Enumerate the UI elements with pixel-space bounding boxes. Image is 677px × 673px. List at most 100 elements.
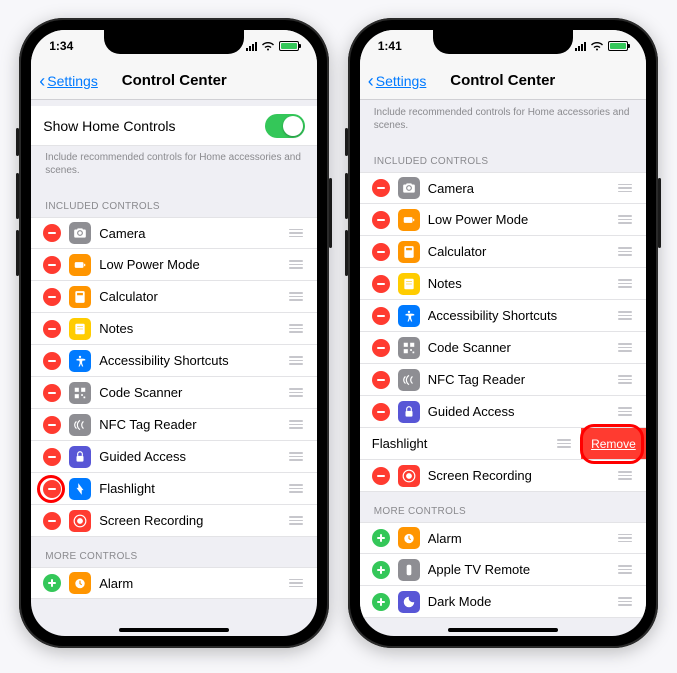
cellular-icon	[246, 41, 257, 51]
remove-minus-button[interactable]	[43, 352, 61, 370]
remove-minus-button[interactable]	[372, 243, 390, 261]
remove-minus-button[interactable]	[43, 288, 61, 306]
reorder-handle[interactable]	[287, 579, 305, 588]
control-row: Low Power Mode	[31, 249, 317, 281]
add-button[interactable]	[43, 574, 61, 592]
control-label: NFC Tag Reader	[99, 417, 279, 432]
home-controls-note: Include recommended controls for Home ac…	[360, 100, 646, 142]
reorder-handle[interactable]	[616, 375, 634, 384]
reorder-handle[interactable]	[287, 516, 305, 525]
camera-icon	[398, 177, 420, 199]
home-indicator[interactable]	[448, 628, 558, 632]
atv-icon	[398, 559, 420, 581]
control-row: Accessibility Shortcuts	[31, 345, 317, 377]
show-home-controls-toggle[interactable]	[265, 114, 305, 138]
qr-icon	[69, 382, 91, 404]
back-button[interactable]: ‹ Settings	[39, 62, 98, 99]
remove-minus-button[interactable]	[372, 403, 390, 421]
remove-minus-button[interactable]	[43, 320, 61, 338]
remove-minus-button[interactable]	[43, 256, 61, 274]
reorder-handle[interactable]	[287, 260, 305, 269]
mute-switch[interactable]	[345, 128, 348, 156]
reorder-handle[interactable]	[616, 279, 634, 288]
back-label: Settings	[376, 73, 427, 89]
reorder-handle[interactable]	[616, 534, 634, 543]
control-label: Notes	[99, 321, 279, 336]
reorder-handle[interactable]	[616, 343, 634, 352]
volume-up[interactable]	[16, 173, 19, 219]
reorder-handle[interactable]	[616, 215, 634, 224]
reorder-handle[interactable]	[616, 407, 634, 416]
remove-button[interactable]: Remove	[581, 428, 646, 459]
power-button[interactable]	[329, 178, 332, 248]
reorder-handle[interactable]	[287, 292, 305, 301]
notch	[433, 30, 573, 54]
remove-minus-button[interactable]	[43, 448, 61, 466]
remove-minus-button[interactable]	[43, 224, 61, 242]
control-label: NFC Tag Reader	[428, 372, 608, 387]
included-controls-header: INCLUDED CONTROLS	[360, 142, 646, 172]
record-icon	[69, 510, 91, 532]
add-button[interactable]	[372, 593, 390, 611]
remove-minus-button[interactable]	[372, 371, 390, 389]
reorder-handle[interactable]	[287, 356, 305, 365]
reorder-handle[interactable]	[287, 452, 305, 461]
back-button[interactable]: ‹ Settings	[368, 62, 427, 99]
dark-icon	[398, 591, 420, 613]
notes-icon	[69, 318, 91, 340]
reorder-handle[interactable]	[616, 597, 634, 606]
wifi-icon	[590, 41, 604, 51]
remove-minus-button[interactable]	[372, 275, 390, 293]
volume-up[interactable]	[345, 173, 348, 219]
control-label: Accessibility Shortcuts	[428, 308, 608, 323]
remove-minus-button[interactable]	[43, 416, 61, 434]
page-title: Control Center	[450, 72, 555, 89]
flash-icon	[69, 478, 91, 500]
remove-minus-button[interactable]	[43, 512, 61, 530]
remove-minus-button[interactable]	[372, 211, 390, 229]
reorder-handle[interactable]	[555, 439, 573, 448]
settings-list[interactable]: Show Home Controls Include recommended c…	[31, 100, 317, 636]
record-icon	[398, 465, 420, 487]
reorder-handle[interactable]	[287, 420, 305, 429]
volume-down[interactable]	[345, 230, 348, 276]
reorder-handle[interactable]	[287, 229, 305, 238]
control-row: NFC Tag Reader	[360, 364, 646, 396]
battery-icon	[279, 41, 299, 51]
mute-switch[interactable]	[16, 128, 19, 156]
chevron-left-icon: ‹	[368, 72, 374, 90]
back-label: Settings	[47, 73, 98, 89]
control-label: Calculator	[99, 289, 279, 304]
status-time: 1:34	[49, 39, 73, 53]
more-controls-header: MORE CONTROLS	[360, 492, 646, 522]
remove-minus-button[interactable]	[43, 480, 61, 498]
settings-list[interactable]: Include recommended controls for Home ac…	[360, 100, 646, 636]
home-indicator[interactable]	[119, 628, 229, 632]
remove-minus-button[interactable]	[372, 307, 390, 325]
control-label: Apple TV Remote	[428, 562, 608, 577]
reorder-handle[interactable]	[287, 388, 305, 397]
add-button[interactable]	[372, 529, 390, 547]
nav-bar: ‹ Settings Control Center	[360, 62, 646, 100]
lock-icon	[69, 446, 91, 468]
status-time: 1:41	[378, 39, 402, 53]
control-label: Alarm	[428, 531, 608, 546]
control-row: Screen Recording	[360, 460, 646, 492]
reorder-handle[interactable]	[616, 311, 634, 320]
reorder-handle[interactable]	[287, 324, 305, 333]
reorder-handle[interactable]	[616, 247, 634, 256]
reorder-handle[interactable]	[616, 471, 634, 480]
add-button[interactable]	[372, 561, 390, 579]
reorder-handle[interactable]	[616, 565, 634, 574]
power-button[interactable]	[658, 178, 661, 248]
reorder-handle[interactable]	[287, 484, 305, 493]
remove-minus-button[interactable]	[372, 179, 390, 197]
volume-down[interactable]	[16, 230, 19, 276]
page-title: Control Center	[122, 72, 227, 89]
remove-minus-button[interactable]	[372, 467, 390, 485]
remove-minus-button[interactable]	[43, 384, 61, 402]
remove-minus-button[interactable]	[372, 339, 390, 357]
control-label: Guided Access	[428, 404, 608, 419]
calc-icon	[398, 241, 420, 263]
reorder-handle[interactable]	[616, 184, 634, 193]
